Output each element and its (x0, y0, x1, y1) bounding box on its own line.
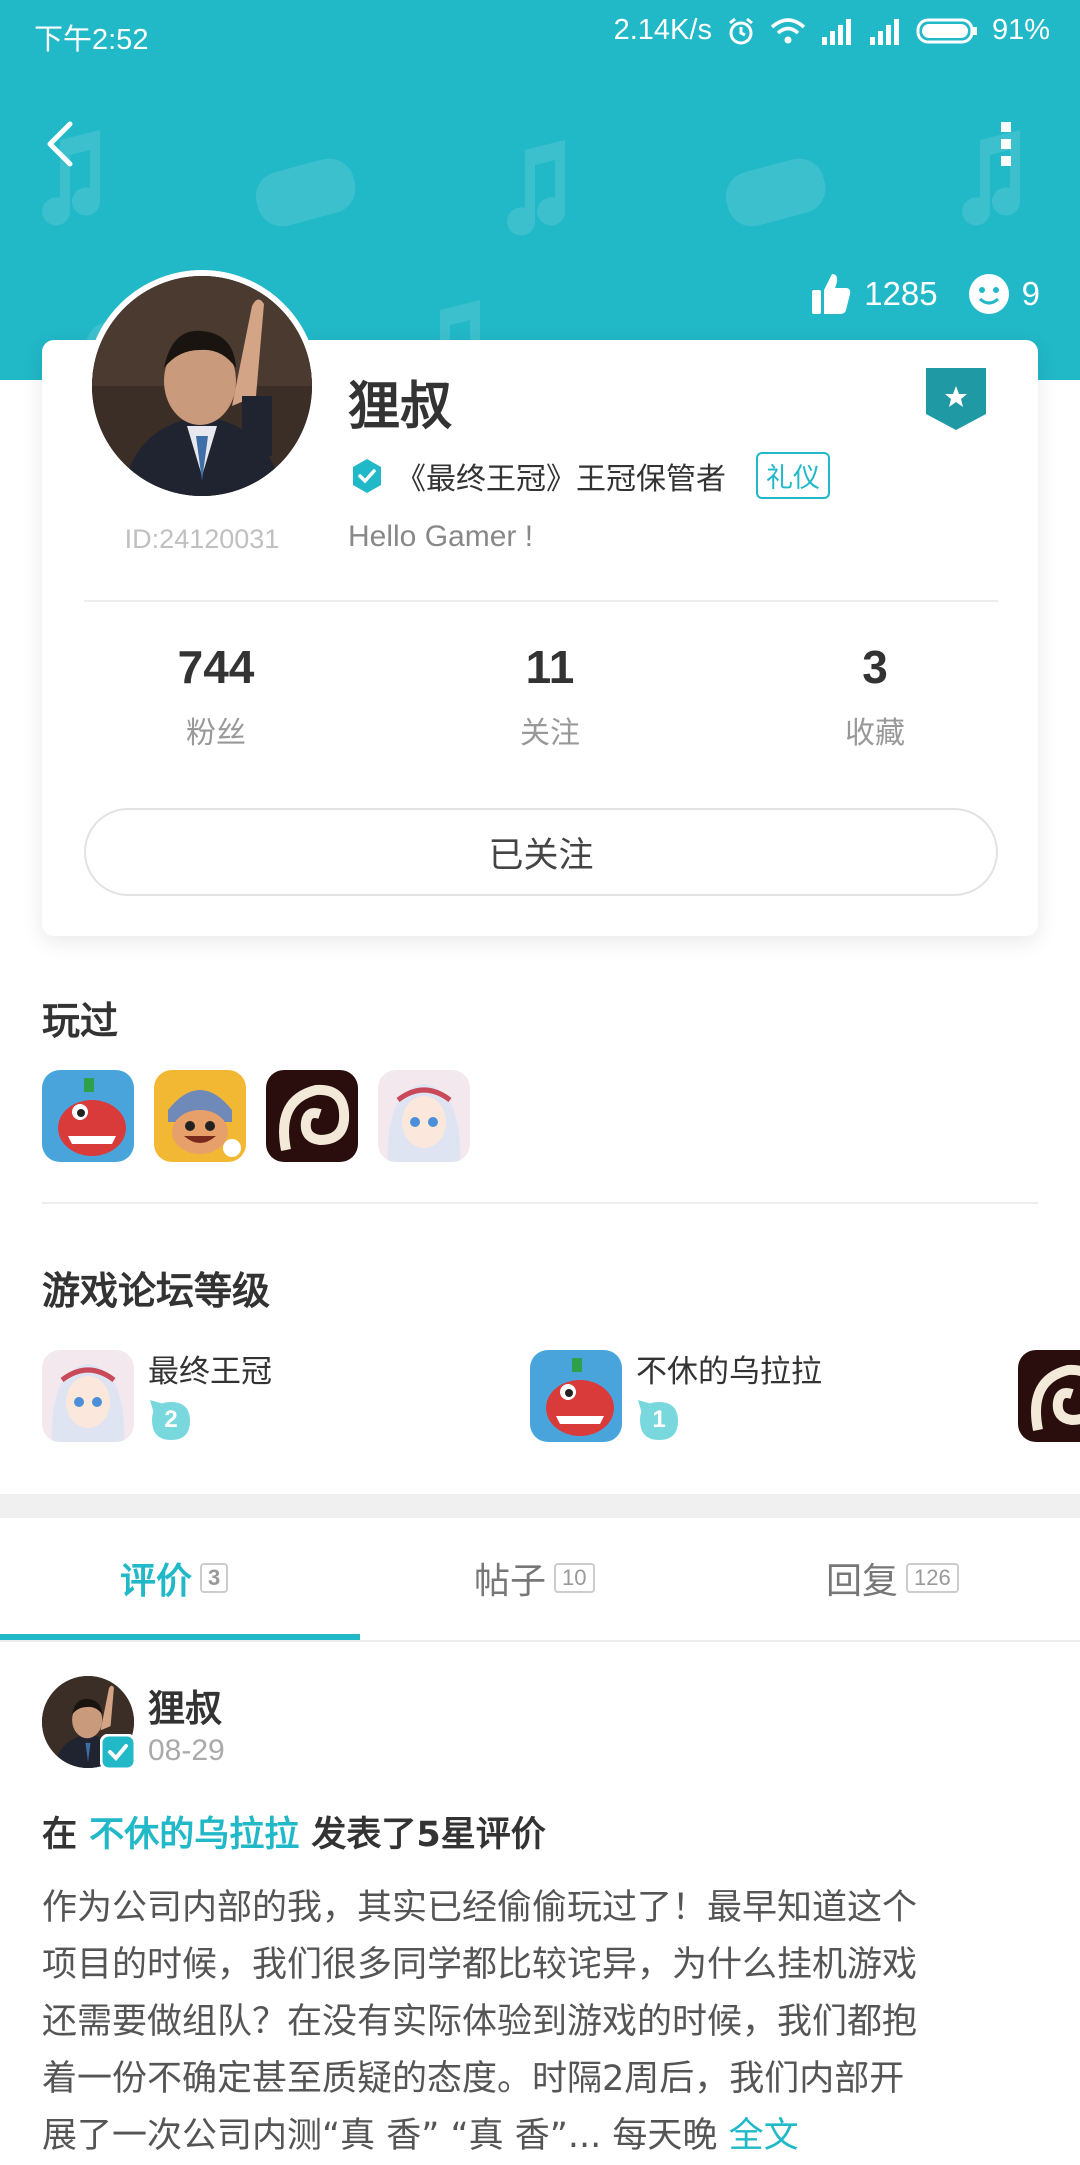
gamepad-icon (725, 158, 826, 227)
section-spacer (0, 1494, 1080, 1518)
signal-icon (821, 18, 851, 45)
etiquette-tag[interactable]: 礼仪 (756, 452, 830, 499)
post-body-line: 展了一次公司内测“真 香” “真 香”... 每天晚 (42, 2116, 718, 2156)
tab-label: 帖子 (474, 1561, 547, 1602)
active-tab-indicator (0, 1634, 360, 1640)
status-time: 下午2:52 (34, 24, 149, 56)
tab-count: 3 (200, 1563, 229, 1593)
level-badge: 2 (148, 1398, 194, 1444)
post-body[interactable]: 作为公司内部的我，其实已经偷偷玩过了！最早知道这个 项目的时候，我们很多同学都比… (42, 1880, 1042, 2165)
forum-level-title: 游戏论坛等级 (42, 1269, 271, 1313)
tab-posts[interactable]: 帖子 10 (474, 1552, 595, 1604)
dark-swirl-game-icon[interactable] (1018, 1350, 1080, 1442)
user-title-row: 《最终王冠》王冠保管者 礼仪 (350, 452, 830, 499)
played-section-title: 玩过 (42, 999, 119, 1043)
likes-stat[interactable]: 1285 (810, 272, 938, 316)
card-divider (84, 600, 998, 602)
visitors-count: 9 (1021, 275, 1040, 312)
network-speed: 2.14K/s (613, 14, 712, 46)
thumbs-up-icon (812, 274, 851, 314)
alarm-icon (729, 17, 753, 44)
followers-stat[interactable]: 744 粉丝 (106, 640, 326, 752)
level-number: 1 (652, 1406, 666, 1433)
forum-game-name[interactable]: 不休的乌拉拉 (636, 1346, 822, 1391)
user-title: 《最终王冠》王冠保管者 (396, 461, 726, 497)
post-body-line: 作为公司内部的我，其实已经偷偷玩过了！最早知道这个 (42, 1888, 918, 1928)
battery-level: 91% (991, 14, 1050, 46)
verified-icon (100, 1734, 136, 1770)
read-more-link[interactable]: 全文 (729, 2116, 799, 2156)
user-id: ID:24120031 (124, 524, 280, 554)
avatar[interactable] (86, 270, 318, 502)
likes-count: 1285 (864, 275, 938, 312)
anime-girl-game-icon[interactable] (378, 1070, 470, 1162)
star-badge-icon[interactable] (924, 366, 988, 432)
music-note-icon (507, 140, 566, 236)
back-arrow-icon[interactable] (38, 116, 88, 172)
user-bio: Hello Gamer ! (348, 520, 534, 553)
dino-game-icon[interactable] (42, 1070, 134, 1162)
verified-icon (353, 458, 381, 493)
following-label: 关注 (520, 716, 580, 751)
tab-count: 126 (906, 1563, 959, 1593)
gamepad-icon (255, 158, 356, 227)
tab-replies[interactable]: 回复 126 (826, 1552, 959, 1604)
more-options-icon[interactable] (988, 116, 1024, 172)
forum-game-name[interactable]: 最终王冠 (148, 1346, 272, 1391)
followers-label: 粉丝 (186, 716, 246, 751)
wifi-icon (770, 17, 806, 43)
anime-girl-game-icon[interactable] (42, 1350, 134, 1442)
tab-bar-border (0, 1640, 1080, 1642)
level-number: 2 (164, 1406, 178, 1433)
dark-swirl-game-icon[interactable] (266, 1070, 358, 1162)
status-bar: 下午2:52 2.14K/s 91% (0, 0, 1080, 66)
favorites-label: 收藏 (845, 716, 905, 751)
headline-prefix: 在 (42, 1815, 78, 1855)
post-body-line: 还需要做组队？在没有实际体验到游戏的时候，我们都抱 (42, 2002, 918, 2042)
visitors-stat[interactable]: 9 (968, 273, 1040, 315)
tab-count: 10 (554, 1563, 595, 1593)
following-count: 11 (525, 641, 575, 693)
level-badge: 1 (636, 1398, 682, 1444)
profile-interactions: 1285 9 (780, 272, 1040, 316)
post-body-line: 项目的时候，我们很多同学都比较诧异，为什么挂机游戏 (42, 1945, 918, 1985)
followers-count: 744 (177, 641, 255, 693)
battery-icon (916, 18, 977, 43)
headline-suffix: 发表了5星评价 (311, 1815, 546, 1855)
post-body-last-line: 展了一次公司内测“真 香” “真 香”... 每天晚 全文 (42, 2108, 1042, 2165)
follow-button[interactable]: 已关注 (84, 808, 998, 896)
post-body-line: 着一份不确定甚至质疑的态度。时隔2周后，我们内部开 (42, 2059, 905, 2099)
following-stat[interactable]: 11 关注 (440, 640, 660, 752)
post-date: 08-29 (148, 1734, 225, 1767)
signal-icon (869, 18, 899, 45)
post-headline: 在 不休的乌拉拉 发表了5星评价 (42, 1806, 546, 1857)
tab-label: 评价 (120, 1561, 193, 1602)
reviewed-game-link[interactable]: 不休的乌拉拉 (89, 1815, 299, 1855)
dino-game-icon[interactable] (530, 1350, 622, 1442)
smiley-icon (968, 274, 1009, 314)
tab-label: 回复 (826, 1561, 899, 1602)
favorites-count: 3 (862, 641, 888, 693)
favorites-stat[interactable]: 3 收藏 (765, 640, 985, 752)
tab-reviews[interactable]: 评价 3 (120, 1552, 229, 1604)
section-divider (42, 1202, 1038, 1204)
profile-username: 狸叔 (348, 377, 453, 437)
post-author-name[interactable]: 狸叔 (148, 1678, 222, 1732)
knight-game-icon[interactable] (154, 1070, 246, 1162)
